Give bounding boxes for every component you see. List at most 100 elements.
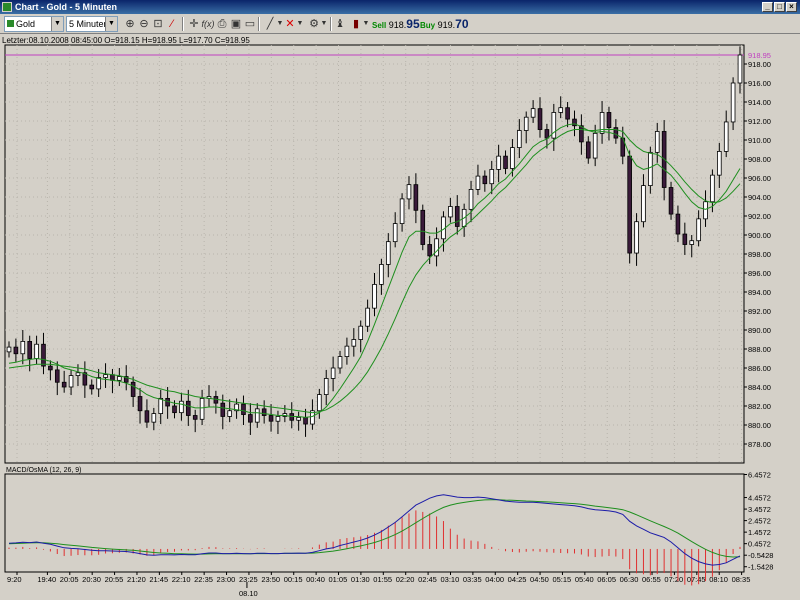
current-price-label: 918.95 — [748, 51, 771, 60]
candle-body — [489, 169, 495, 185]
candle-body — [365, 307, 370, 327]
candle-body — [227, 410, 232, 417]
candle-body — [144, 410, 150, 423]
y-tick-label: 878.00 — [748, 440, 771, 449]
symbol-value: Gold — [16, 19, 36, 29]
candle-body — [117, 376, 122, 381]
title-bar[interactable]: Chart - Gold - 5 Minuten _ □ × — [0, 0, 800, 14]
buy-big: 70 — [455, 17, 469, 31]
x-tick-label: 01:55 — [373, 575, 392, 584]
candle-body — [192, 415, 198, 420]
macd-tick-label: 2.4572 — [748, 517, 771, 526]
macd-tick-label: 3.4572 — [748, 505, 771, 514]
candle-body — [406, 184, 412, 200]
y-tick-label: 882.00 — [748, 402, 771, 411]
candle-body — [510, 147, 515, 169]
candle-body — [275, 416, 281, 422]
candle-body — [323, 378, 329, 396]
candle-body — [668, 187, 674, 215]
y-tick-label: 898.00 — [748, 250, 771, 259]
candle-body — [689, 240, 695, 245]
toolbar: Gold ▼ 5 Minuten ▼ ⊕ ⊖ ⊡ ⁄ ✛ f(x) ⎙ ▣ ▭ … — [0, 14, 800, 34]
x-tick-label: 05:15 — [552, 575, 571, 584]
y-tick-label: 918.00 — [748, 60, 771, 69]
macd-tick-label: 1.4572 — [748, 528, 771, 537]
y-tick-label: 908.00 — [748, 155, 771, 164]
candle-body — [61, 381, 67, 388]
candle-body — [703, 201, 708, 220]
candle-body — [475, 175, 481, 190]
macd-label: MACD/OsMA (12, 26, 9) — [6, 467, 81, 474]
candle-body — [517, 130, 522, 149]
candle-body — [558, 107, 563, 113]
chevron-down-icon[interactable]: ▼ — [105, 17, 117, 31]
buy-label: Buy — [420, 21, 436, 30]
macd-tick-label: 0.4572 — [748, 540, 771, 549]
x-tick-label: 20:30 — [82, 575, 101, 584]
candle-body — [730, 82, 736, 123]
trade-icon[interactable]: ♝ — [332, 16, 348, 32]
candle-body — [634, 221, 639, 254]
x-tick-label: 00:40 — [306, 575, 325, 584]
candle-body — [503, 155, 508, 169]
y-tick-label: 894.00 — [748, 288, 771, 297]
candle-body — [199, 397, 205, 420]
candle-body — [27, 340, 32, 359]
candle-body — [468, 188, 474, 210]
minimize-button[interactable]: _ — [762, 2, 773, 12]
close-button[interactable]: × — [786, 2, 797, 12]
candle-body — [241, 403, 246, 415]
x-tick-label: 22:35 — [194, 575, 213, 584]
candle-body — [151, 413, 157, 423]
candle-body — [186, 400, 191, 416]
interval-select[interactable]: 5 Minuten ▼ — [66, 16, 118, 32]
x-tick-label: 06:05 — [597, 575, 616, 584]
candle-body — [137, 396, 143, 412]
chart-canvas[interactable]: 918.00 916.00 914.00 912.00 910.00 908.00 906.… — [0, 44, 800, 600]
candle-body — [544, 129, 550, 139]
candle-body — [385, 241, 391, 265]
y-tick-label: 892.00 — [748, 307, 771, 316]
candle-body — [110, 374, 115, 381]
y-tick-label: 886.00 — [748, 364, 771, 373]
window-icon[interactable]: ▭ — [242, 16, 258, 32]
sell-price[interactable]: Sell 918.95 — [372, 16, 420, 32]
maximize-button[interactable]: □ — [774, 2, 785, 12]
indicator-icon[interactable]: ⁄ — [164, 16, 180, 32]
candle-body — [6, 346, 12, 353]
candle-body — [13, 346, 19, 355]
candle-body — [696, 218, 701, 242]
candle-body — [75, 372, 81, 376]
y-tick-label: 914.00 — [748, 98, 771, 107]
candle-body — [496, 155, 501, 170]
buy-price[interactable]: Buy 919.70 — [420, 16, 469, 32]
x-tick-label: 05:40 — [575, 575, 594, 584]
candle-body — [89, 384, 95, 390]
candle-body — [579, 125, 584, 143]
candle-body — [372, 283, 377, 309]
y-tick-label: 900.00 — [748, 231, 771, 240]
candle-body — [627, 155, 632, 254]
y-tick-label: 910.00 — [748, 136, 771, 145]
x-tick-label: 08:35 — [732, 575, 751, 584]
sell-label: Sell — [372, 21, 387, 30]
x-tick-label: 04:50 — [530, 575, 549, 584]
candle-body — [654, 131, 660, 153]
candle-body — [296, 416, 301, 421]
y-tick-label: 880.00 — [748, 421, 771, 430]
candle-body — [48, 365, 53, 371]
candle-body — [641, 185, 646, 223]
chevron-down-icon[interactable]: ▼ — [51, 17, 63, 31]
x-tick-label: 03:35 — [463, 575, 482, 584]
x-tick-label: 20:05 — [60, 575, 79, 584]
sell-big: 95 — [406, 17, 420, 31]
candle-body — [434, 238, 439, 257]
candle-body — [344, 345, 350, 357]
x-tick-label: 19:40 — [37, 575, 56, 584]
x-tick-label: 00:15 — [284, 575, 303, 584]
symbol-icon — [7, 20, 14, 27]
candle-body — [96, 377, 101, 390]
symbol-select[interactable]: Gold ▼ — [4, 16, 64, 32]
sell-small: 918. — [388, 20, 407, 30]
candle-body — [682, 233, 688, 245]
